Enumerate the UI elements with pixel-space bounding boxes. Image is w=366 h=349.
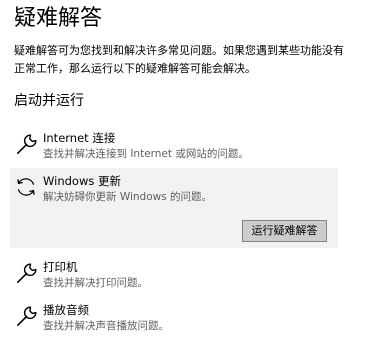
refresh-icon [13, 174, 39, 200]
troubleshooter-description: 查找并解决声音播放问题。 [43, 320, 169, 332]
troubleshooter-windows-update[interactable]: Windows 更新 解决妨碍你更新 Windows 的问题。 运行疑难解答 [10, 168, 338, 248]
troubleshooter-description: 查找并解决打印问题。 [43, 277, 148, 289]
troubleshooter-name: 打印机 [43, 260, 78, 274]
troubleshooter-playing-audio[interactable]: 播放音频 查找并解决声音播放问题。 [10, 302, 338, 336]
wrench-icon [13, 304, 39, 330]
wrench-icon [13, 132, 39, 158]
troubleshooter-name: 播放音频 [43, 303, 89, 317]
section-title: 启动并运行 [14, 93, 84, 109]
run-troubleshooter-button[interactable]: 运行疑难解答 [242, 220, 327, 242]
page-title: 疑难解答 [14, 6, 103, 31]
troubleshooter-description: 查找并解决连接到 Internet 或网站的问题。 [43, 148, 249, 160]
troubleshooter-description: 解决妨碍你更新 Windows 的问题。 [43, 191, 213, 203]
troubleshooter-internet[interactable]: Internet 连接 查找并解决连接到 Internet 或网站的问题。 [10, 130, 338, 164]
page-description: 疑难解答可为您找到和解决许多常见问题。如果您遇到某些功能没有正常工作，那么运行以… [14, 44, 344, 75]
troubleshooter-name: Windows 更新 [43, 174, 121, 188]
troubleshooter-printer[interactable]: 打印机 查找并解决打印问题。 [10, 259, 338, 293]
troubleshooter-name: Internet 连接 [43, 131, 116, 145]
wrench-icon [13, 261, 39, 287]
